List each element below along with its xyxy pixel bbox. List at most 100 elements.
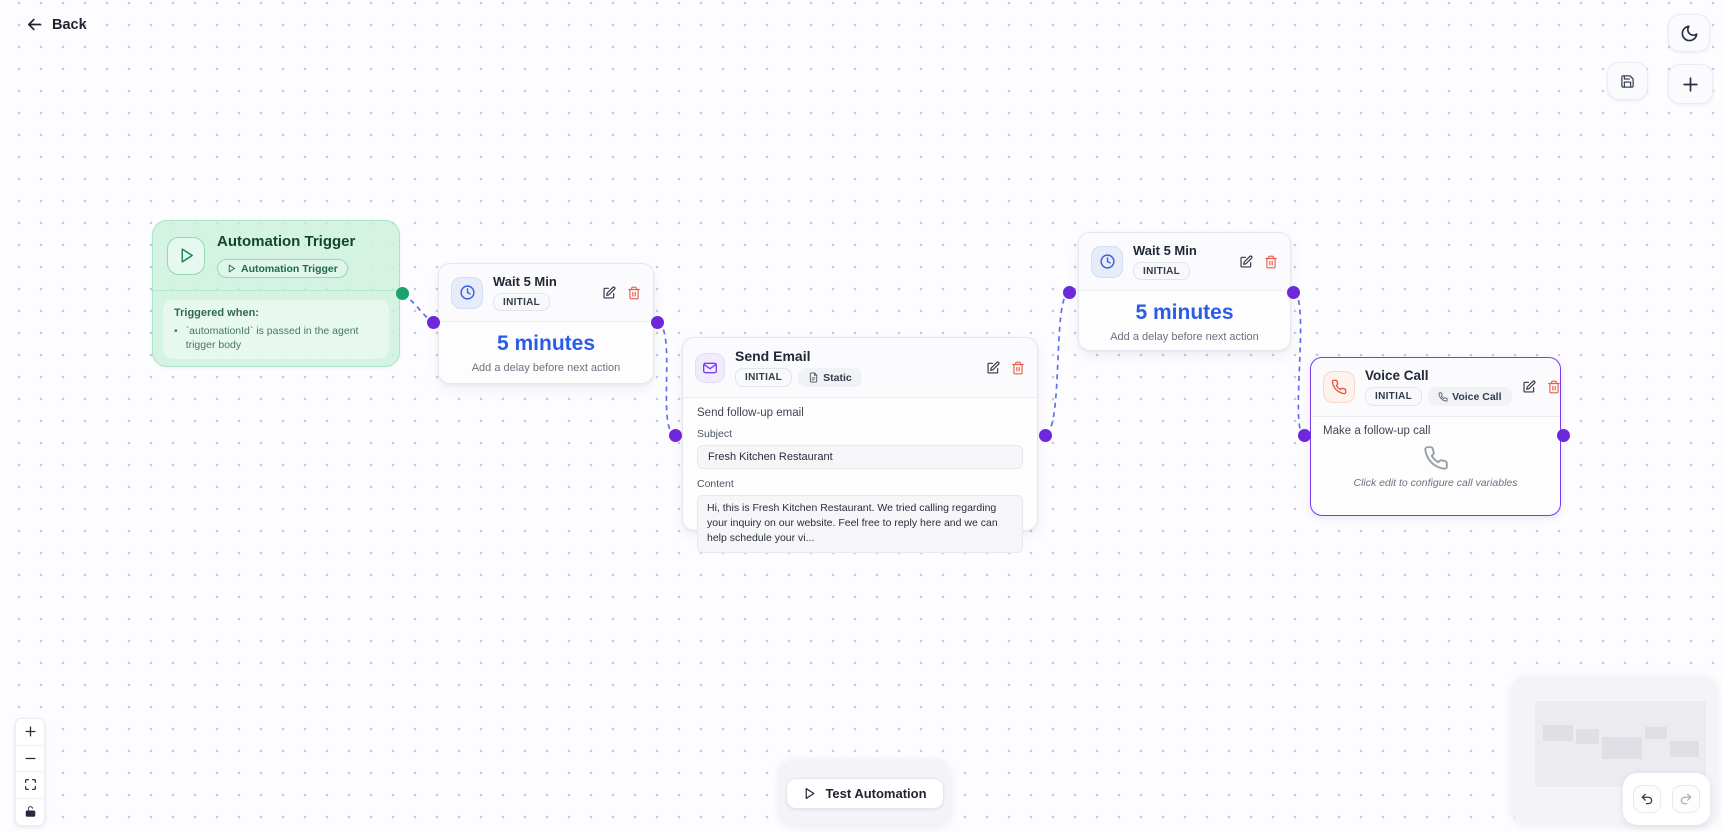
connection-handle[interactable] — [1287, 286, 1300, 299]
wait1-caption: Add a delay before next action — [471, 362, 621, 374]
file-icon — [809, 372, 818, 383]
voice-status-badge: INITIAL — [1365, 387, 1423, 406]
email-body: Send follow-up email Subject Fresh Kitch… — [683, 398, 1037, 565]
minimap-node — [1670, 741, 1699, 757]
email-status-badge: INITIAL — [735, 368, 793, 387]
voice-description: Make a follow-up call — [1323, 425, 1431, 437]
edit-icon[interactable] — [986, 361, 1000, 375]
minimap-node — [1543, 725, 1573, 741]
trash-icon[interactable] — [1264, 255, 1278, 269]
undo-icon — [1641, 793, 1653, 805]
trigger-condition-text: `automationId` is passed in the agent tr… — [185, 325, 359, 352]
undo-button[interactable] — [1633, 785, 1661, 813]
fit-view-button[interactable] — [16, 772, 44, 799]
voice-header: Voice Call INITIAL Voice Call — [1311, 358, 1560, 417]
edge-trigger-wait1 — [402, 293, 432, 322]
connection-handle[interactable] — [1557, 429, 1570, 442]
history-controls — [1623, 773, 1710, 825]
wait2-title: Wait 5 Min — [1133, 243, 1197, 258]
connection-handle[interactable] — [1039, 429, 1052, 442]
email-title: Send Email — [735, 348, 811, 364]
node-voice-call[interactable]: Voice Call INITIAL Voice Call Make a fol… — [1310, 357, 1561, 516]
voice-body: Make a follow-up call Click edit to conf… — [1311, 417, 1560, 497]
voice-title: Voice Call — [1365, 368, 1429, 383]
wait1-duration: 5 minutes — [496, 332, 596, 355]
voice-type-badge: Voice Call — [1428, 387, 1512, 406]
edit-icon[interactable] — [602, 286, 616, 300]
save-icon — [1621, 74, 1634, 88]
wait1-header: Wait 5 Min INITIAL — [439, 264, 653, 322]
wait2-body: 5 minutes Add a delay before next action — [1079, 291, 1290, 351]
wait2-status-badge: INITIAL — [1133, 262, 1191, 280]
node-wait-1[interactable]: Wait 5 Min INITIAL 5 minutes Add a delay… — [438, 263, 654, 384]
trigger-condition-card: Triggered when: • `automationId` is pass… — [163, 300, 389, 360]
subject-input[interactable]: Fresh Kitchen Restaurant — [697, 445, 1023, 469]
bullet: • — [174, 325, 178, 337]
trigger-node-title: Automation Trigger — [217, 233, 356, 250]
wait1-title: Wait 5 Min — [493, 274, 557, 289]
theme-toggle-button[interactable] — [1668, 14, 1710, 52]
wait1-status-badge: INITIAL — [493, 293, 551, 311]
edge-email-wait2 — [1045, 292, 1069, 435]
connection-handle[interactable] — [396, 287, 409, 300]
edge-wait2-voice — [1293, 291, 1304, 435]
email-description: Send follow-up email — [697, 407, 804, 419]
test-panel: Test Automation — [779, 759, 951, 825]
wait2-header: Wait 5 Min INITIAL — [1079, 233, 1290, 291]
minimap-node — [1602, 737, 1642, 759]
trash-icon[interactable] — [627, 286, 641, 300]
voice-caption: Click edit to configure call variables — [1353, 477, 1518, 489]
subject-label: Subject — [697, 428, 733, 440]
content-input[interactable]: Hi, this is Fresh Kitchen Restaurant. We… — [697, 495, 1023, 553]
edit-icon[interactable] — [1522, 380, 1536, 394]
add-node-button[interactable] — [1668, 64, 1713, 104]
phone-placeholder-icon — [1423, 446, 1448, 470]
test-automation-button[interactable]: Test Automation — [786, 778, 944, 809]
connection-handle[interactable] — [427, 316, 440, 329]
node-wait-2[interactable]: Wait 5 Min INITIAL 5 minutes Add a delay… — [1078, 232, 1291, 351]
trigger-node-body: Triggered when: • `automationId` is pass… — [153, 291, 399, 368]
redo-button[interactable] — [1672, 785, 1700, 813]
edit-icon[interactable] — [1239, 255, 1253, 269]
phone-small-icon — [1438, 391, 1448, 402]
node-send-email[interactable]: Send Email INITIAL Static Send follow-up… — [682, 337, 1038, 553]
plus-icon — [1683, 76, 1698, 92]
minimap-node — [1576, 729, 1599, 744]
connection-handle[interactable] — [1063, 286, 1076, 299]
trigger-node-header: Automation Trigger Automation Trigger — [153, 221, 399, 291]
connection-handle[interactable] — [651, 316, 664, 329]
zoom-in-icon — [25, 726, 35, 737]
back-arrow-icon — [27, 18, 42, 31]
back-label: Back — [52, 16, 87, 33]
zoom-in-button[interactable] — [16, 719, 44, 746]
email-header: Send Email INITIAL Static — [683, 338, 1037, 398]
trigger-condition-heading: Triggered when: — [174, 307, 259, 319]
minimap-node — [1645, 727, 1667, 739]
node-automation-trigger[interactable]: Automation Trigger Automation Trigger Tr… — [152, 220, 400, 367]
trigger-type-badge: Automation Trigger — [217, 259, 348, 278]
wait2-caption: Add a delay before next action — [1110, 331, 1259, 343]
trash-icon[interactable] — [1547, 380, 1561, 394]
trigger-condition-item: • `automationId` is passed in the agent … — [174, 324, 378, 352]
lock-icon — [25, 806, 35, 818]
save-button[interactable] — [1607, 62, 1648, 100]
test-automation-label: Test Automation — [825, 786, 927, 801]
canvas-controls — [15, 718, 45, 826]
edge-wait1-email — [657, 321, 674, 435]
mail-icon — [695, 352, 725, 383]
connection-handle[interactable] — [669, 429, 682, 442]
play-small-icon — [228, 264, 235, 273]
clock-icon — [451, 276, 483, 309]
redo-icon — [1680, 793, 1692, 805]
flow-canvas[interactable]: Automation Trigger Automation Trigger Tr… — [0, 0, 1722, 832]
play-icon — [806, 788, 815, 799]
phone-icon — [1323, 371, 1355, 403]
fit-view-icon — [24, 779, 36, 791]
wait1-body: 5 minutes Add a delay before next action — [439, 322, 653, 382]
play-icon — [167, 236, 205, 275]
connection-handle[interactable] — [1298, 429, 1311, 442]
back-button[interactable]: Back — [26, 16, 87, 33]
zoom-out-button[interactable] — [16, 746, 44, 772]
lock-button[interactable] — [16, 799, 44, 826]
trash-icon[interactable] — [1011, 361, 1025, 375]
